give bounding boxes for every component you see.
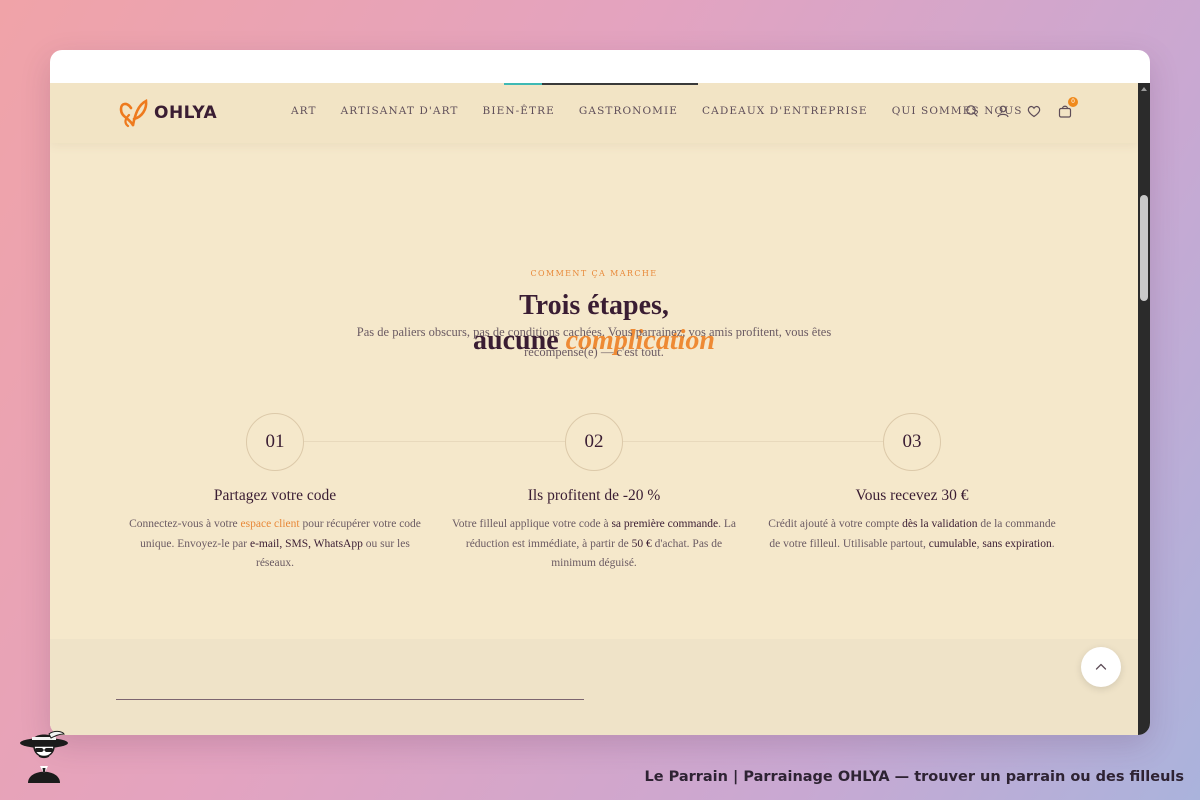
butterfly-logo-icon [119, 99, 148, 128]
nav-item-artisanat[interactable]: ARTISANAT D'ART [341, 105, 459, 117]
page-caption: Le Parrain | Parrainage OHLYA — trouver … [644, 769, 1184, 785]
mafia-mascot-icon [20, 730, 68, 783]
step-number-circle: 01 [246, 413, 304, 471]
scroll-up-arrow-icon[interactable] [1141, 87, 1147, 91]
step-number-circle: 03 [883, 413, 941, 471]
step-text-highlight: sa première commande [611, 518, 719, 530]
step-number-circle: 02 [565, 413, 623, 471]
section-eyebrow: COMMENT ÇA MARCHE [530, 269, 658, 278]
cart-icon[interactable]: 0 [1057, 97, 1078, 119]
step-description: Crédit ajouté à votre compte dès la vali… [762, 515, 1062, 554]
step-text-highlight: e-mail, SMS, WhatsApp [250, 537, 363, 550]
main-nav: ART ARTISANAT D'ART BIEN-ÊTRE GASTRONOMI… [291, 105, 1046, 117]
loading-bar-progress [504, 83, 542, 85]
site-header: OHLYA ART ARTISANAT D'ART BIEN-ÊTRE GAST… [50, 83, 1138, 143]
nav-item-art[interactable]: ART [291, 105, 317, 117]
scroll-to-top-button[interactable] [1081, 647, 1121, 687]
scrollbar-thumb[interactable] [1140, 195, 1148, 301]
cart-count-badge: 0 [1068, 97, 1078, 107]
step-text-part: Votre filleul applique votre code à [451, 518, 612, 530]
espace-client-link[interactable]: espace client [241, 518, 300, 530]
step-text-part: Crédit ajouté à votre compte [768, 518, 903, 530]
browser-window: OHLYA ART ARTISANAT D'ART BIEN-ÊTRE GAST… [50, 50, 1150, 735]
nav-item-cadeaux[interactable]: CADEAUX D'ENTREPRISE [702, 105, 868, 117]
header-actions: 0 [964, 97, 1078, 119]
step-title: Ils profitent de -20 % [527, 487, 661, 504]
search-icon[interactable] [964, 103, 980, 119]
step-text-highlight: sans expiration [982, 537, 1052, 550]
headline-line-1: Trois étapes, [519, 290, 669, 321]
account-icon[interactable] [995, 103, 1011, 119]
logo-text: OHLYA [154, 103, 218, 123]
page-loading-bar [504, 83, 698, 85]
chevron-up-icon [1095, 663, 1107, 670]
step-description: Connectez-vous à votre espace client pou… [125, 515, 425, 574]
step-title: Partagez votre code [213, 487, 337, 504]
step-title: Vous recevez 30 € [855, 487, 969, 504]
step-1: 01 Partagez votre code Connectez-vous à … [125, 413, 425, 574]
step-3: 03 Vous recevez 30 € Crédit ajouté à vot… [762, 413, 1062, 554]
step-description: Votre filleul applique votre code à sa p… [444, 515, 744, 574]
nav-item-bien-etre[interactable]: BIEN-ÊTRE [483, 105, 555, 117]
vertical-scrollbar[interactable] [1138, 83, 1150, 735]
nav-item-gastronomie[interactable]: GASTRONOMIE [579, 105, 678, 117]
step-text-highlight: 50 € [631, 537, 652, 550]
heart-icon[interactable] [1026, 103, 1042, 119]
page-viewport: OHLYA ART ARTISANAT D'ART BIEN-ÊTRE GAST… [50, 83, 1138, 735]
step-text-part: Connectez-vous à votre [129, 518, 241, 530]
step-text-highlight: cumulable [928, 537, 977, 550]
step-2: 02 Ils profitent de -20 % Votre filleul … [444, 413, 744, 574]
divider [116, 699, 584, 700]
next-section-band [50, 639, 1138, 735]
step-text-part: . [1051, 537, 1055, 550]
site-logo[interactable]: OHLYA [118, 95, 217, 129]
section-lead: Pas de paliers obscurs, pas de condition… [356, 325, 832, 359]
step-text-highlight: dès la validation [902, 518, 978, 530]
